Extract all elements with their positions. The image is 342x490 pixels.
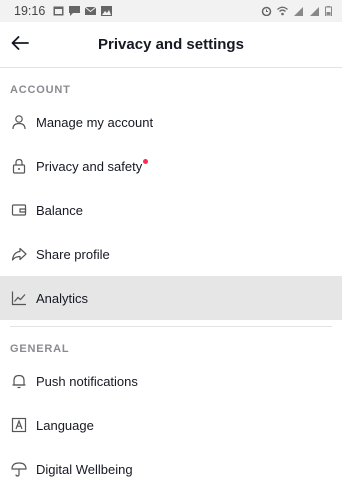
section-divider [10, 326, 332, 327]
settings-item-label-text: Privacy and safety [36, 158, 143, 174]
settings-item-label: Share profile [36, 246, 110, 262]
settings-item-label: Push notifications [36, 373, 138, 389]
settings-item-analytics[interactable]: Analytics [0, 276, 342, 320]
person-icon [10, 113, 28, 131]
settings-item-privacy-safety[interactable]: Privacy and safety [0, 144, 342, 188]
page-title: Privacy and settings [98, 36, 244, 53]
section-label-account: ACCOUNT [10, 84, 71, 96]
lock-icon [10, 157, 28, 175]
share-icon [10, 245, 28, 263]
settings-item-label: Privacy and safety [36, 158, 149, 174]
status-right-icons [261, 6, 332, 16]
message-icon [69, 6, 81, 16]
settings-item-digital-wellbeing[interactable]: Digital Wellbeing [0, 447, 342, 490]
settings-item-balance[interactable]: Balance [0, 188, 342, 232]
settings-item-label: Manage my account [36, 114, 154, 130]
settings-item-label: Analytics [36, 290, 89, 306]
settings-item-label: Digital Wellbeing [36, 461, 133, 477]
alarm-icon [261, 6, 272, 16]
section-label-general: GENERAL [10, 343, 70, 355]
back-button[interactable] [8, 33, 32, 57]
status-time: 19:16 [14, 4, 46, 18]
settings-item-manage-account[interactable]: Manage my account [0, 100, 342, 144]
mail-icon [85, 6, 97, 16]
settings-item-language[interactable]: Language [0, 403, 342, 447]
language-icon [10, 416, 28, 434]
wifi-icon [277, 6, 288, 16]
signal-icon [293, 6, 304, 16]
wallet-icon [10, 201, 28, 219]
notification-dot [143, 158, 149, 164]
battery-icon [325, 6, 332, 16]
settings-item-label: Balance [36, 202, 83, 218]
status-bar: 19:16 [0, 0, 342, 22]
status-left-icons [53, 6, 113, 16]
analytics-icon [10, 289, 28, 307]
umbrella-icon [10, 460, 28, 478]
back-arrow-icon [11, 35, 29, 55]
settings-item-share-profile[interactable]: Share profile [0, 232, 342, 276]
image-icon [101, 6, 113, 16]
signal-icon [309, 6, 320, 16]
bell-icon [10, 372, 28, 390]
settings-item-label: Language [36, 417, 94, 433]
calendar-icon [53, 6, 64, 16]
settings-item-push-notifications[interactable]: Push notifications [0, 359, 342, 403]
top-bar: Privacy and settings [0, 22, 342, 68]
